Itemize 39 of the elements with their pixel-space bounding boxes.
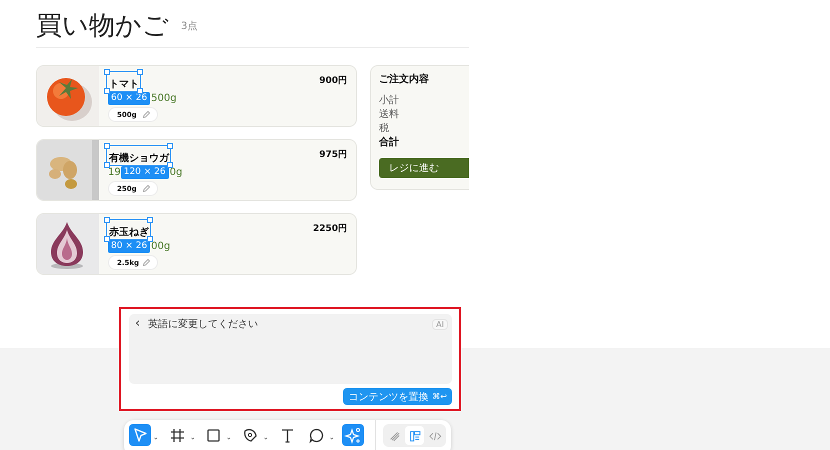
size-label: 80 × 26 xyxy=(108,240,150,253)
resize-handle[interactable] xyxy=(104,143,110,149)
back-button[interactable]: ‹ xyxy=(135,317,140,331)
product-name: トマト xyxy=(109,79,139,90)
pencil-icon xyxy=(142,110,151,119)
resize-handle[interactable] xyxy=(104,162,110,168)
item-price: 2250円 xyxy=(312,222,348,236)
resize-handle[interactable] xyxy=(167,143,173,149)
mode-button[interactable] xyxy=(404,426,424,445)
prompt-field[interactable]: ‹ 英語に変更してください AI xyxy=(129,314,452,384)
ai-badge: AI xyxy=(432,319,448,330)
summary-label: 送料 xyxy=(379,108,400,122)
resize-handle[interactable] xyxy=(167,162,173,168)
pencil-icon xyxy=(142,258,151,267)
resize-handle[interactable] xyxy=(104,236,110,242)
resize-handle[interactable] xyxy=(104,217,110,223)
checkout-button[interactable]: レジに進む xyxy=(379,158,469,178)
summary-label: 税 xyxy=(379,122,390,136)
summary-label: 小計 xyxy=(379,94,400,108)
item-count: 3点 xyxy=(181,20,198,32)
unit-price: 19 xyxy=(108,167,121,178)
item-price: 900円 xyxy=(319,74,348,88)
size-label: 120 × 26 xyxy=(120,166,169,179)
item-price: 975円 xyxy=(319,148,348,162)
product-name: 有機ショウガ xyxy=(109,153,169,164)
resize-handle[interactable] xyxy=(137,69,143,75)
resize-handle[interactable] xyxy=(104,69,110,75)
pencil-icon xyxy=(142,184,151,193)
unit-price: 500g xyxy=(151,93,177,104)
resize-handle[interactable] xyxy=(104,88,110,94)
unit-price: 0g xyxy=(170,167,182,178)
product-name: 赤玉ねぎ xyxy=(109,227,149,238)
resize-handle[interactable] xyxy=(147,217,153,223)
page-title: 買い物かご xyxy=(36,10,169,43)
summary-title: ご注文内容 xyxy=(379,72,430,86)
resize-handle[interactable] xyxy=(137,88,143,94)
unit-price: 00g xyxy=(151,241,170,252)
resize-handle[interactable] xyxy=(147,236,153,242)
summary-label: 合計 xyxy=(379,136,400,150)
